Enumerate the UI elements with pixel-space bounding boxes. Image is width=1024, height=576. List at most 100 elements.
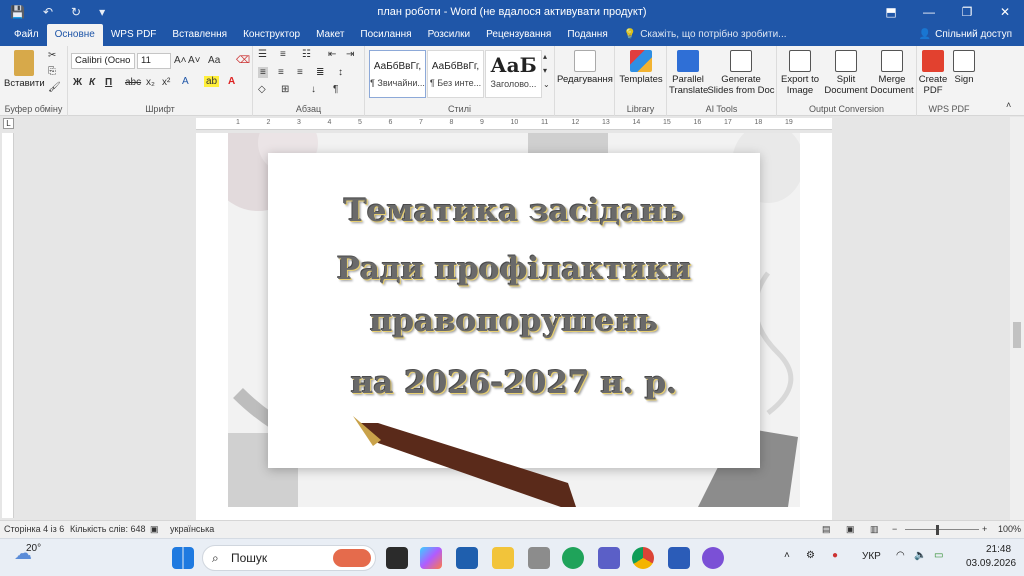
align-center-icon[interactable]: ≡ — [278, 67, 284, 78]
weather-temp[interactable]: 20° — [26, 543, 41, 554]
ribbon-display-icon[interactable]: ⬒ — [872, 0, 910, 24]
edge-icon[interactable] — [562, 547, 584, 569]
editing-button[interactable]: Редагування — [557, 50, 613, 85]
underline-button[interactable]: П — [105, 77, 112, 88]
bold-button[interactable]: Ж — [73, 77, 82, 88]
chrome-icon[interactable] — [632, 547, 654, 569]
tab-references[interactable]: Посилання — [352, 24, 419, 46]
page-count[interactable]: Сторінка 4 із 6 — [4, 524, 64, 534]
proofing-icon[interactable]: ▣ — [150, 524, 159, 535]
scrollbar-thumb[interactable] — [1013, 322, 1021, 348]
bullets-icon[interactable]: ☰ — [258, 49, 267, 60]
merge-document-button[interactable]: Merge Document — [869, 50, 915, 96]
strikethrough-button[interactable]: abc — [125, 77, 141, 88]
export-image-button[interactable]: Export to Image — [777, 50, 823, 96]
tab-home[interactable]: Основне — [46, 24, 103, 46]
tab-mailings[interactable]: Розсилки — [420, 24, 479, 46]
language-status[interactable]: українська — [170, 524, 214, 534]
cut-icon[interactable]: ✂ — [48, 50, 56, 61]
customize-qa-icon[interactable]: ▾ — [99, 5, 105, 19]
tab-layout[interactable]: Макет — [308, 24, 352, 46]
redo-icon[interactable]: ↻ — [71, 5, 81, 19]
copilot-icon[interactable] — [420, 547, 442, 569]
split-document-button[interactable]: Split Document — [823, 50, 869, 96]
zoom-out-icon[interactable]: − — [892, 524, 897, 534]
clock-time[interactable]: 21:48 — [986, 544, 1011, 555]
web-layout-icon[interactable]: ▥ — [870, 524, 879, 535]
templates-button[interactable]: Templates — [617, 50, 665, 85]
create-pdf-button[interactable]: Create PDF — [917, 50, 949, 96]
tab-design[interactable]: Конструктор — [235, 24, 308, 46]
start-button[interactable] — [172, 547, 194, 569]
shading-icon[interactable]: ◇ — [258, 84, 266, 95]
viber-icon[interactable] — [702, 547, 724, 569]
align-left-icon[interactable]: ≡ — [258, 67, 268, 78]
styles-more-icon[interactable]: ⌄ — [543, 80, 550, 89]
tab-selector-icon[interactable]: L — [3, 118, 14, 129]
word-icon[interactable] — [668, 547, 690, 569]
volume-icon[interactable]: 🔈 — [914, 550, 926, 561]
save-icon[interactable]: 💾 — [10, 5, 25, 19]
highlight-icon[interactable]: ab — [204, 76, 220, 87]
line-spacing-icon[interactable]: ↕ — [338, 67, 343, 78]
grow-font-button[interactable]: A˄ — [174, 55, 187, 66]
format-painter-icon[interactable]: 🖌 — [48, 82, 61, 93]
subscript-button[interactable]: x₂ — [146, 77, 155, 88]
close-button[interactable]: ✕ — [986, 0, 1024, 24]
minimize-button[interactable]: — — [910, 0, 948, 24]
parallel-translate-button[interactable]: Parallel Translate — [669, 50, 708, 96]
styles-scroll-down-icon[interactable]: ▾ — [543, 66, 547, 75]
styles-scroll-up-icon[interactable]: ▴ — [543, 52, 547, 61]
vertical-scrollbar[interactable] — [1010, 117, 1024, 520]
zoom-in-icon[interactable]: + — [982, 524, 987, 534]
change-case-button[interactable]: Аа — [208, 55, 220, 66]
text-effects-icon[interactable]: A — [182, 76, 189, 87]
generate-slides-button[interactable]: Generate Slides from Doc — [707, 50, 775, 96]
clear-format-icon[interactable]: ⌫ — [236, 55, 250, 66]
tab-wps-pdf[interactable]: WPS PDF — [103, 24, 165, 46]
store-icon[interactable] — [456, 547, 478, 569]
numbering-icon[interactable]: ≡ — [280, 49, 286, 60]
keyboard-language[interactable]: УКР — [862, 551, 881, 562]
read-mode-icon[interactable]: ▤ — [822, 524, 831, 535]
wifi-icon[interactable]: ◠ — [896, 550, 905, 561]
zoom-slider-thumb[interactable] — [936, 525, 939, 535]
task-view-icon[interactable] — [386, 547, 408, 569]
restore-button[interactable]: ❐ — [948, 0, 986, 24]
style-no-spacing[interactable]: АаБбВвГг, ¶ Без инте... — [427, 50, 484, 98]
zoom-level[interactable]: 100% — [998, 524, 1021, 534]
document-page[interactable]: Тематика засідань Ради профілактики прав… — [196, 133, 832, 520]
zoom-slider[interactable] — [905, 529, 979, 530]
word-count[interactable]: Кількість слів: 648 — [70, 524, 145, 534]
tab-view[interactable]: Подання — [559, 24, 615, 46]
style-normal[interactable]: АаБбВвГг, ¶ Звичайни... — [369, 50, 426, 98]
horizontal-ruler[interactable]: 1 2 3 4 5 6 7 8 9 10 11 12 13 14 15 16 17 18 19 — [196, 118, 832, 130]
style-heading[interactable]: АаБ Заголово... — [485, 50, 542, 98]
font-size-field[interactable]: 11 — [137, 53, 171, 69]
battery-icon[interactable]: ▭ — [934, 550, 943, 561]
collapse-ribbon-icon[interactable]: ˄ — [1006, 100, 1011, 110]
copy-icon[interactable]: ⎘ — [48, 66, 56, 77]
clock-date[interactable]: 03.09.2026 — [966, 558, 1016, 569]
taskbar-search[interactable]: ⌕ Пошук — [202, 545, 376, 571]
sort-icon[interactable]: ↓ — [311, 84, 316, 95]
calculator-icon[interactable] — [528, 547, 550, 569]
justify-icon[interactable]: ≣ — [316, 67, 324, 78]
sign-button[interactable]: Sign — [949, 50, 979, 85]
print-layout-icon[interactable]: ▣ — [846, 524, 855, 535]
superscript-button[interactable]: x² — [162, 77, 170, 88]
teams-icon[interactable] — [598, 547, 620, 569]
tray-security-icon[interactable]: ● — [832, 550, 838, 561]
tab-file[interactable]: Файл — [6, 24, 47, 46]
increase-indent-icon[interactable]: ⇥ — [346, 49, 354, 60]
tab-review[interactable]: Рецензування — [478, 24, 559, 46]
font-color-icon[interactable]: A — [228, 76, 235, 87]
font-name-field[interactable]: Calibri (Осно — [71, 53, 135, 69]
paste-button[interactable]: Вставити — [4, 50, 45, 89]
show-marks-icon[interactable]: ¶ — [333, 84, 338, 95]
undo-icon[interactable]: ↶ — [43, 5, 53, 19]
shrink-font-button[interactable]: A˅ — [188, 55, 201, 66]
align-right-icon[interactable]: ≡ — [297, 67, 303, 78]
tray-overflow-icon[interactable]: ˄ — [784, 550, 790, 561]
italic-button[interactable]: К — [89, 77, 95, 88]
